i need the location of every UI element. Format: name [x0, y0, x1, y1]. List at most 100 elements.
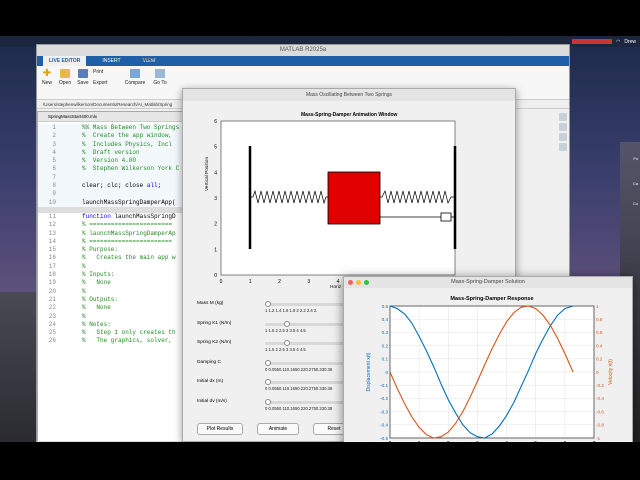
y-right-tick-label: -0.6	[596, 409, 604, 414]
slider-knob[interactable]	[265, 301, 271, 307]
x-tick-label: 1	[418, 441, 421, 442]
x-tick-label: 0	[389, 441, 392, 442]
mass-block	[327, 171, 381, 225]
editor-title: Editor -	[141, 57, 158, 63]
x-tick-label: 2	[447, 441, 450, 442]
panel-icon[interactable]	[559, 113, 567, 121]
y-right-tick-label: 0.2	[596, 357, 603, 362]
export-button[interactable]: Export	[93, 80, 119, 86]
line-number: 15	[48, 246, 56, 254]
y-tick-label: 5	[214, 145, 217, 151]
slider-knob[interactable]	[283, 340, 290, 347]
x-tick-label: 7	[593, 441, 596, 442]
wifi-icon[interactable]: ◠	[616, 39, 620, 45]
new-button[interactable]: ✚ New	[39, 68, 55, 87]
code-text: clear; clc; close all;	[82, 182, 162, 190]
panel-icon[interactable]	[559, 133, 567, 141]
parameter-slider[interactable]	[265, 379, 345, 386]
desktop-icon-label[interactable]: Fo	[633, 156, 638, 161]
panel-icon[interactable]	[559, 123, 567, 131]
y-right-tick-label: 0.8	[596, 317, 603, 322]
y-right-tick-label: -1	[596, 436, 601, 441]
control-label: Damping C	[197, 359, 221, 365]
save-icon	[78, 69, 88, 78]
slider-knob[interactable]	[265, 399, 271, 405]
x-axis-label: Horiz	[330, 285, 342, 290]
solution-figure-window: Mass-Spring-Damper Solution 0 1 2 3 4 5 6 7 -0.5…	[343, 276, 633, 442]
slider-knob[interactable]	[283, 320, 290, 327]
save-button[interactable]: Save	[75, 69, 91, 86]
y-tick-label: 6	[214, 119, 217, 125]
y-left-tick-label: -0.1	[380, 383, 388, 388]
compare-button[interactable]: Compare	[123, 69, 147, 86]
line-number: 22	[48, 304, 56, 312]
line-number: 23	[48, 312, 56, 320]
x-tick-label: 3	[307, 279, 310, 285]
parameter-slider[interactable]	[265, 301, 345, 307]
compare-label: Compare	[124, 80, 146, 86]
desktop-icon-label[interactable]: Ca	[633, 181, 638, 186]
code-text: % Notes:	[82, 320, 111, 328]
control-label: Mass M (kg)	[197, 301, 224, 306]
open-button[interactable]: Open	[57, 69, 73, 86]
desktop-icon-label[interactable]: Co	[633, 201, 638, 206]
chart-title: Mass-Spring-Damper Response	[450, 296, 533, 302]
slider-ticks: 0 0.0550.110.1650.220.2750.330.38	[265, 406, 333, 411]
line-number: 5	[52, 157, 56, 165]
code-text: %	[82, 312, 86, 320]
animate-button[interactable]: Animate	[257, 423, 299, 435]
line-number: 10	[48, 198, 56, 206]
figure2-titlebar: Mass-Spring-Damper Solution	[344, 277, 632, 288]
parameter-slider[interactable]	[265, 399, 345, 405]
y-right-tick-label: -0.4	[596, 396, 604, 401]
control-label: Spring K1 (N/m)	[197, 320, 232, 326]
line-number: 24	[48, 320, 56, 328]
compare-icon	[130, 69, 140, 78]
y-tick-label: 4	[214, 170, 217, 176]
parameter-slider[interactable]	[265, 359, 345, 366]
line-number: 16	[48, 254, 56, 262]
response-chart: 0 1 2 3 4 5 6 7 -0.5 -0.4 -0.3 -0.2 -0.1 0 0.1 0.2 0.3 0.…	[366, 296, 614, 442]
tab-insert[interactable]: INSERT	[96, 56, 126, 66]
code-text: % Step 1 only creates th	[82, 329, 176, 337]
slider-ticks: 1 1.5 2 2.5 3 3.5 4 4.5	[265, 327, 306, 333]
control-label: Initial dx (m)	[197, 379, 224, 385]
code-text: % =======================	[82, 237, 173, 245]
slider-ticks: 0 0.0550.110.1650.220.2750.330.38	[265, 386, 333, 392]
line-number: 26	[48, 337, 56, 345]
plus-icon: ✚	[42, 68, 52, 79]
plot-results-button[interactable]: Plot Results	[197, 423, 243, 435]
code-text: %	[82, 262, 86, 270]
y-right-tick-label: 0.6	[596, 330, 603, 335]
x-tick-label: 6	[563, 441, 566, 442]
line-number: 13	[48, 229, 56, 237]
y-left-tick-label: 0.3	[382, 330, 389, 335]
folder-icon	[60, 69, 70, 78]
print-button[interactable]: Print	[93, 69, 115, 75]
goto-button[interactable]: Go To	[151, 69, 169, 86]
y-left-tick-label: 0.1	[382, 357, 389, 362]
slider-knob[interactable]	[265, 379, 271, 386]
code-text: % Creates the main app w	[82, 254, 176, 262]
parameter-slider[interactable]	[265, 320, 345, 327]
slider-knob[interactable]	[265, 359, 271, 366]
line-number: 8	[52, 182, 56, 190]
code-text: % Inputs:	[82, 271, 115, 279]
y-right-tick-label: 0	[596, 370, 599, 375]
code-text: % Version 4.00	[82, 157, 137, 165]
code-text: % Includes Physics, Incl	[82, 140, 173, 148]
tab-live-editor[interactable]: LIVE EDITOR	[43, 56, 87, 66]
panel-icon[interactable]	[559, 143, 567, 151]
maximize-icon[interactable]	[364, 280, 369, 285]
export-label: Export	[93, 80, 108, 86]
user-name[interactable]: Drew	[624, 39, 636, 45]
minimize-icon[interactable]	[356, 280, 361, 285]
menubar-status-item[interactable]	[571, 39, 612, 44]
y-tick-label: 2	[214, 222, 217, 228]
slider-ticks: 0 0.0550.110.1650.220.2750.330.38	[265, 366, 333, 372]
y-left-tick-label: -0.3	[380, 409, 388, 414]
x-tick-label: 0	[220, 279, 223, 285]
parameter-slider[interactable]	[265, 340, 345, 347]
close-icon[interactable]	[348, 280, 353, 285]
